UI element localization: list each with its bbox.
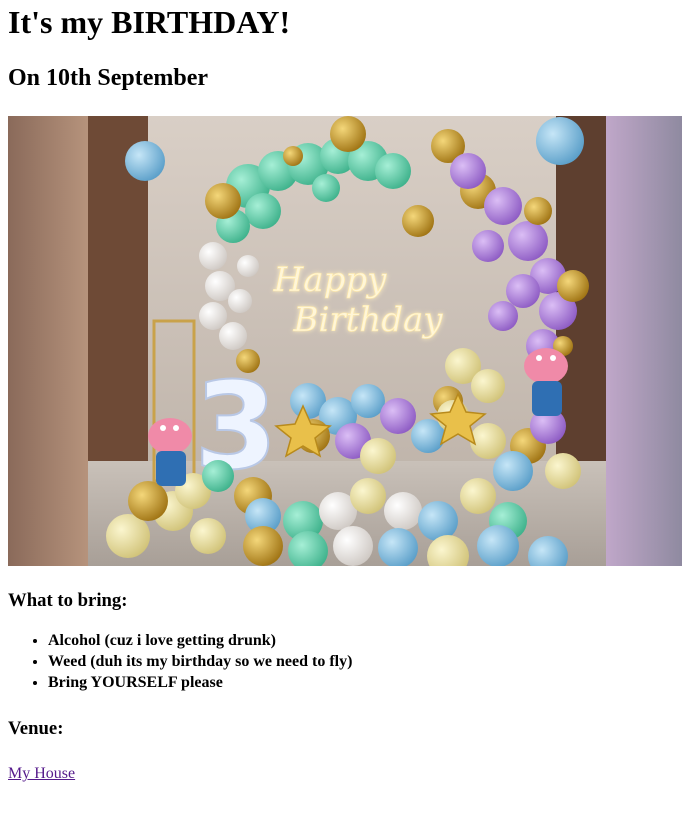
bring-list: Alcohol (cuz i love getting drunk) Weed … [8,630,681,693]
bring-heading: What to bring: [8,590,128,611]
page: It's my BIRTHDAY! On 10th September Happ… [0,4,689,784]
list-item: Weed (duh its my birthday so we need to … [48,651,681,672]
neon-sign-line2: Birthday [293,300,444,340]
venue-heading: Venue: [8,718,64,739]
list-item: Alcohol (cuz i love getting drunk) [48,630,681,651]
neon-sign-line1: Happy [273,260,387,300]
venue-link[interactable]: My House [8,765,75,782]
date-heading: On 10th September [8,65,208,91]
floating-balloon-left [125,141,165,181]
list-item: Bring YOURSELF please [48,672,681,693]
page-title: It's my BIRTHDAY! [8,4,291,40]
venue-link-container: My House [8,764,681,784]
left-blur-panel [8,116,88,566]
birthday-photo: Happy Birthday 3 [8,116,682,566]
right-blur-panel [606,116,682,566]
floating-balloon-right [536,117,584,165]
photo-scene: Happy Birthday 3 [88,116,606,566]
